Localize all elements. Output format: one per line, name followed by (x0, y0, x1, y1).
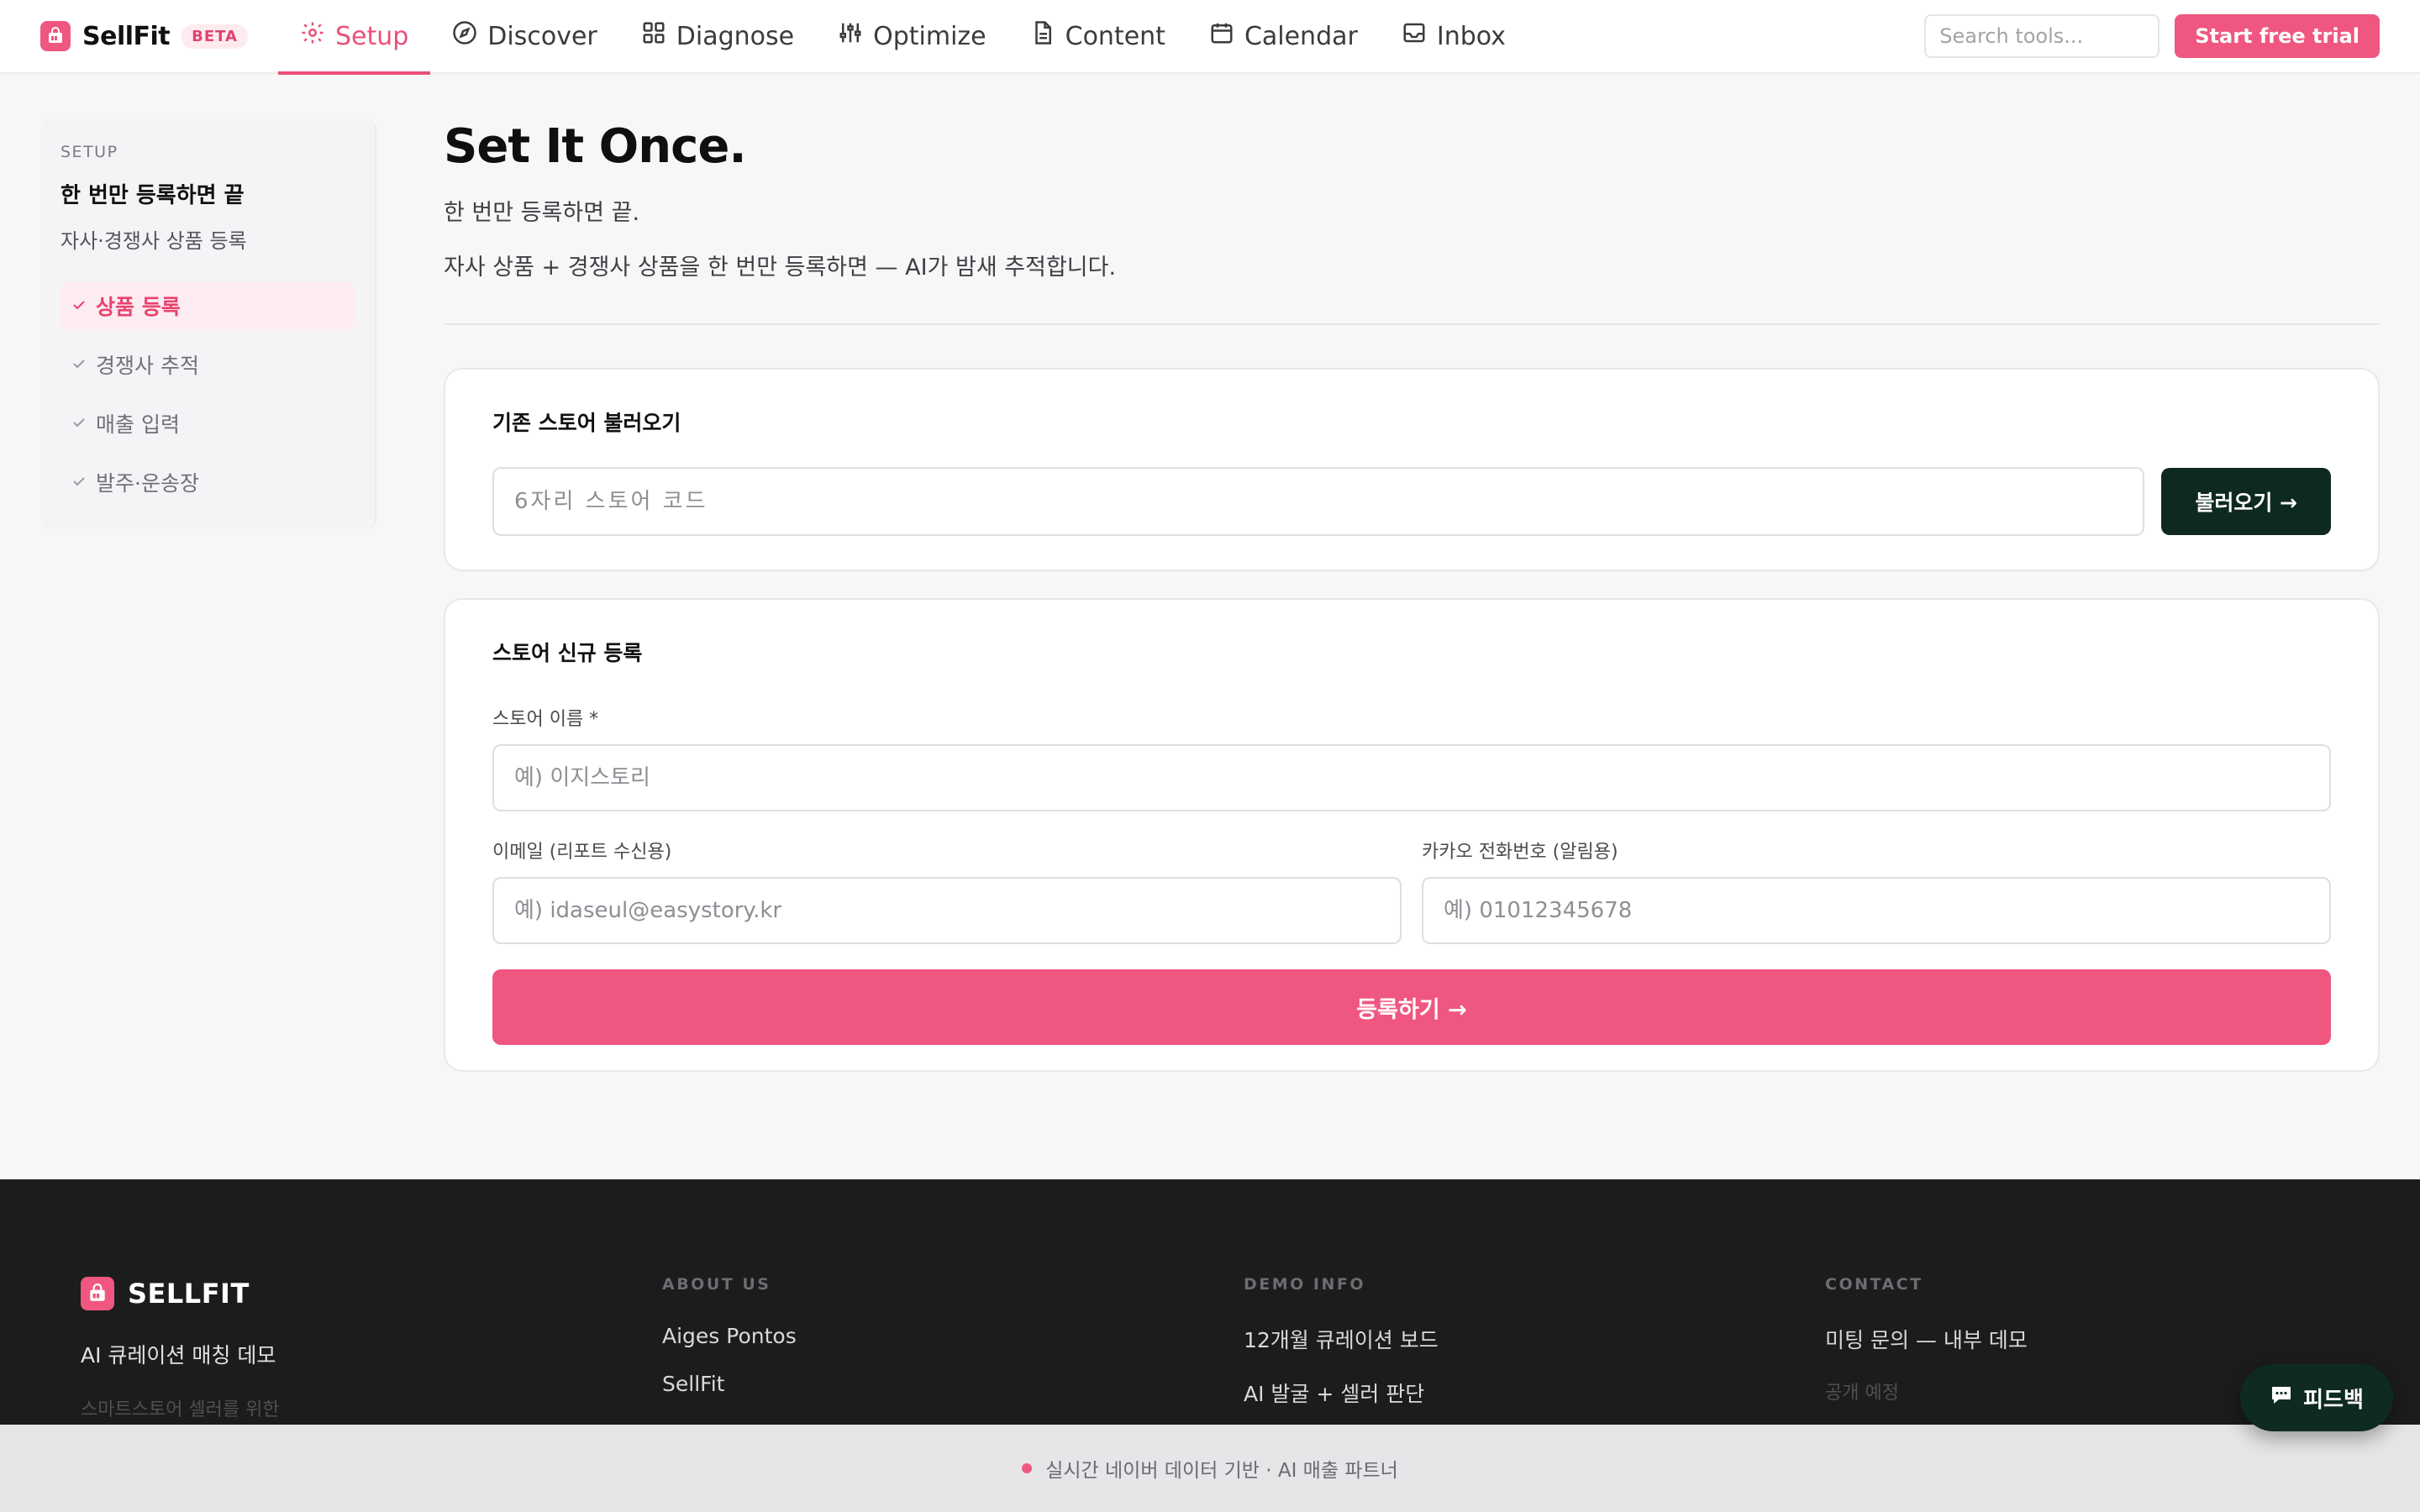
main-tabs: Setup Discover Diagnose Optimize Content (277, 0, 1528, 75)
setup-sidebar: SETUP 한 번만 등록하면 끝 자사·경쟁사 상품 등록 상품 등록 경쟁사… (40, 119, 376, 529)
sidebar-item-sales-input[interactable]: 매출 입력 (60, 400, 355, 447)
divider (444, 323, 2380, 325)
load-store-card: 기존 스토어 불러오기 불러오기 → (444, 368, 2380, 571)
store-name-label: 스토어 이름 * (492, 709, 599, 730)
email-field-group: 이메일 (리포트 수신용) (492, 837, 1402, 944)
top-navigation: SellFit BETA Setup Discover Diagnose Opt… (0, 0, 2420, 75)
tab-label: Diagnose (676, 21, 795, 51)
sidebar-steps: 상품 등록 경쟁사 추적 매출 입력 발주·운송장 (60, 282, 355, 506)
email-input[interactable] (492, 877, 1402, 944)
grid-icon (641, 20, 666, 52)
register-button[interactable]: 등록하기 → (492, 969, 2331, 1045)
footer-heading: ABOUT US (662, 1275, 771, 1294)
inbox-icon (1402, 20, 1427, 52)
tab-label: Optimize (873, 21, 986, 51)
sidebar-item-competitor-tracking[interactable]: 경쟁사 추적 (60, 341, 355, 388)
tab-optimize[interactable]: Optimize (816, 0, 1008, 73)
sidebar-subtitle: 자사·경쟁사 상품 등록 (60, 229, 247, 253)
shopping-bag-logo-icon (40, 21, 71, 51)
feedback-label: 피드백 (2303, 1387, 2364, 1413)
sidebar-item-product-registration[interactable]: 상품 등록 (60, 282, 355, 329)
chat-bubble-icon (2270, 1384, 2293, 1412)
beta-badge: BETA (182, 24, 248, 49)
footer-brand-name: SELLFIT (128, 1278, 250, 1310)
footer-link[interactable]: 미팅 문의 — 내부 데모 (1825, 1324, 2028, 1354)
email-label: 이메일 (리포트 수신용) (492, 842, 672, 863)
footer-link[interactable]: 12개월 큐레이션 보드 (1244, 1324, 1439, 1354)
check-icon (71, 294, 87, 318)
nav-actions: Start free trial (1924, 14, 2380, 58)
sidebar-title: 한 번만 등록하면 끝 (60, 183, 245, 208)
load-store-button[interactable]: 불러오기 → (2161, 468, 2331, 535)
footer-link[interactable]: SellFit (662, 1372, 797, 1396)
footer-brand[interactable]: SELLFIT (81, 1277, 280, 1310)
start-free-trial-button[interactable]: Start free trial (2175, 14, 2380, 58)
gear-icon (300, 20, 325, 52)
sidebar-item-label: 경쟁사 추적 (96, 354, 199, 378)
document-icon (1030, 20, 1055, 52)
footer-heading: DEMO INFO (1244, 1275, 1366, 1294)
calendar-icon (1209, 20, 1234, 52)
page-description: 자사 상품 + 경쟁사 상품을 한 번만 등록하면 — AI가 밤새 추적합니다… (444, 255, 1117, 281)
card-title: 스토어 신규 등록 (492, 641, 643, 665)
sidebar-item-label: 발주·운송장 (96, 471, 199, 496)
tab-label: Setup (334, 21, 409, 51)
compass-icon (452, 20, 477, 52)
main-content: Set It Once. 한 번만 등록하면 끝. 자사 상품 + 경쟁사 상품… (444, 119, 2380, 1072)
sliders-icon (838, 20, 863, 52)
ticker-text: 실시간 네이버 데이터 기반 · AI 매출 파트너 (1045, 1460, 1398, 1482)
load-store-row: 불러오기 → (492, 467, 2331, 536)
page-title: Set It Once. (444, 119, 747, 174)
feedback-button[interactable]: 피드백 (2240, 1364, 2393, 1431)
footer-brand-column: SELLFIT AI 큐레이션 매칭 데모 스마트스토어 셀러를 위한 (81, 1277, 280, 1421)
tab-inbox[interactable]: Inbox (1380, 0, 1528, 73)
brand-name: SellFit (82, 21, 171, 51)
tab-content[interactable]: Content (1008, 0, 1187, 73)
tab-discover[interactable]: Discover (430, 0, 618, 73)
tab-label: Discover (487, 21, 597, 51)
sidebar-item-orders-shipping[interactable]: 발주·운송장 (60, 459, 355, 506)
tab-diagnose[interactable]: Diagnose (619, 0, 816, 73)
store-name-input[interactable] (492, 744, 2331, 811)
shopping-bag-logo-icon (81, 1277, 114, 1310)
footer-heading: CONTACT (1825, 1275, 1923, 1294)
brand[interactable]: SellFit BETA (40, 21, 248, 51)
tab-label: Calendar (1244, 21, 1358, 51)
footer-tagline: AI 큐레이션 매칭 데모 (81, 1343, 276, 1368)
tab-label: Inbox (1436, 21, 1506, 51)
phone-field-group: 카카오 전화번호 (알림용) (1422, 837, 2331, 944)
live-data-ticker: 실시간 네이버 데이터 기반 · AI 매출 파트너 (0, 1425, 2420, 1512)
phone-label: 카카오 전화번호 (알림용) (1422, 842, 1618, 863)
search-tools-input[interactable] (1924, 14, 2160, 58)
tab-setup[interactable]: Setup (277, 0, 431, 75)
footer-link[interactable]: AI 발굴 + 셀러 판단 (1244, 1378, 1439, 1408)
check-icon (71, 470, 87, 495)
store-code-input[interactable] (492, 467, 2145, 536)
register-store-card: 스토어 신규 등록 스토어 이름 * 이메일 (리포트 수신용) 카카오 전화번… (444, 598, 2380, 1072)
footer-demo-column: DEMO INFO 12개월 큐레이션 보드 AI 발굴 + 셀러 판단 (1244, 1275, 1439, 1431)
footer-link[interactable]: Aiges Pontos (662, 1324, 797, 1348)
tab-calendar[interactable]: Calendar (1187, 0, 1380, 73)
card-title: 기존 스토어 불러오기 (492, 411, 681, 435)
live-dot-icon (1022, 1463, 1033, 1473)
footer-about-column: ABOUT US Aiges Pontos SellFit (662, 1275, 797, 1420)
tab-label: Content (1065, 21, 1165, 51)
check-icon (71, 353, 87, 377)
sidebar-item-label: 매출 입력 (96, 412, 180, 437)
footer-faded-text: 스마트스토어 셀러를 위한 (81, 1399, 280, 1420)
page-subtitle: 한 번만 등록하면 끝. (444, 200, 640, 226)
contact-row: 이메일 (리포트 수신용) 카카오 전화번호 (알림용) (492, 837, 2331, 944)
footer-contact-column: CONTACT 미팅 문의 — 내부 데모 공개 예정 (1825, 1275, 2028, 1428)
sidebar-overline: SETUP (60, 143, 118, 161)
check-icon (71, 412, 87, 436)
kakao-phone-input[interactable] (1422, 877, 2331, 944)
footer-coming-soon: 공개 예정 (1825, 1383, 1899, 1404)
sidebar-item-label: 상품 등록 (96, 295, 181, 319)
